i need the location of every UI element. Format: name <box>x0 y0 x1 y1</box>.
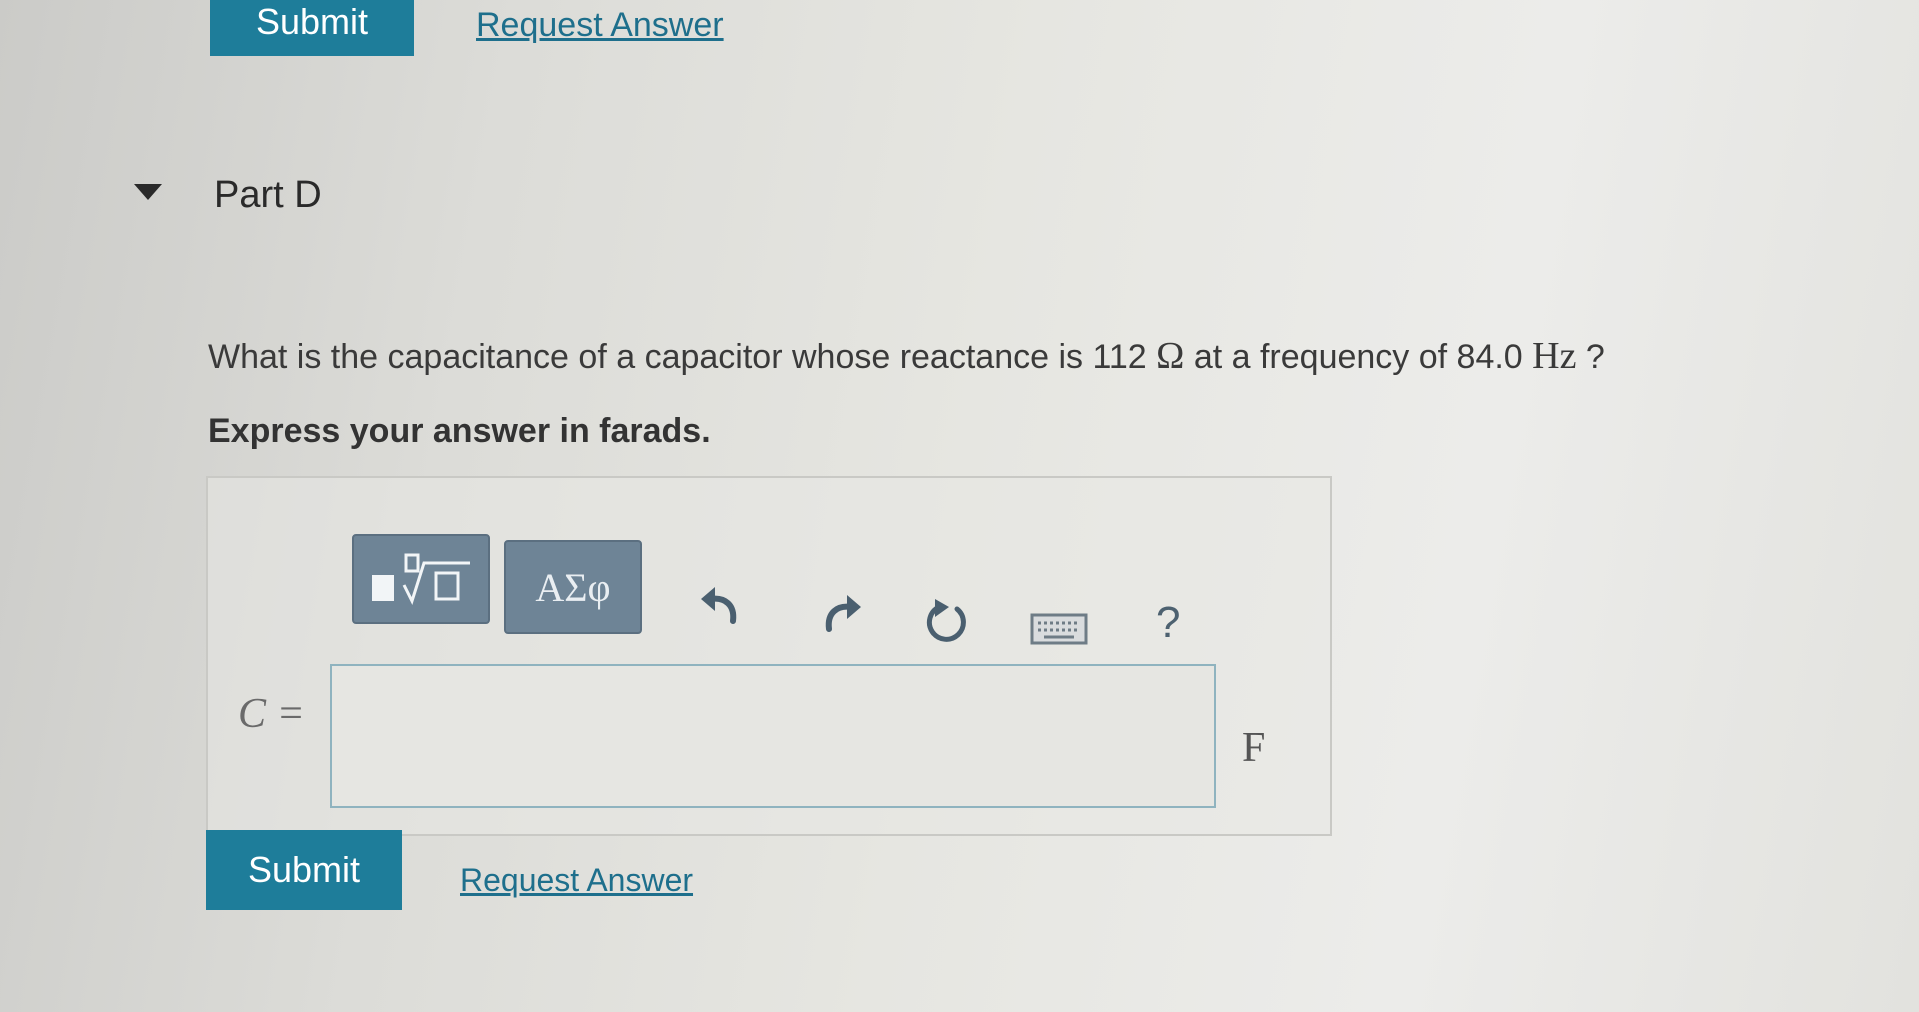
question-text: What is the capacitance of a capacitor w… <box>208 334 1605 378</box>
help-icon: ? <box>1156 598 1181 647</box>
request-answer-link[interactable]: Request Answer <box>460 862 693 899</box>
undo-icon <box>701 587 737 624</box>
part-title: Part D <box>214 174 322 216</box>
previous-submit-button[interactable]: Submit <box>210 0 414 56</box>
templates-button[interactable] <box>352 534 490 624</box>
answer-input[interactable] <box>330 664 1216 808</box>
help-button[interactable]: ? <box>1156 598 1180 648</box>
previous-request-answer-link[interactable]: Request Answer <box>476 6 724 45</box>
submit-button[interactable]: Submit <box>206 830 402 910</box>
templates-icon <box>372 553 470 605</box>
hertz-unit: Hz <box>1532 335 1577 377</box>
undo-button[interactable] <box>694 576 748 630</box>
greek-symbols-button[interactable]: ΑΣφ <box>504 540 642 634</box>
answer-instruction: Express your answer in farads. <box>208 412 711 450</box>
keyboard-icon <box>1030 613 1088 645</box>
variable-label: C = <box>238 691 305 737</box>
redo-icon <box>825 595 861 632</box>
ohm-symbol: Ω <box>1156 335 1185 377</box>
reset-button[interactable] <box>918 594 974 650</box>
question-prefix: What is the capacitance of a capacitor w… <box>208 338 1157 376</box>
question-suffix: ? <box>1576 338 1605 376</box>
unit-label: F <box>1242 725 1266 771</box>
reset-icon <box>926 599 966 642</box>
redo-button[interactable] <box>814 584 868 638</box>
greek-symbols-icon: ΑΣφ <box>535 564 611 610</box>
question-middle: at a frequency of 84.0 <box>1184 338 1533 376</box>
keyboard-button[interactable] <box>1030 610 1088 648</box>
collapse-caret-icon[interactable] <box>134 184 162 200</box>
